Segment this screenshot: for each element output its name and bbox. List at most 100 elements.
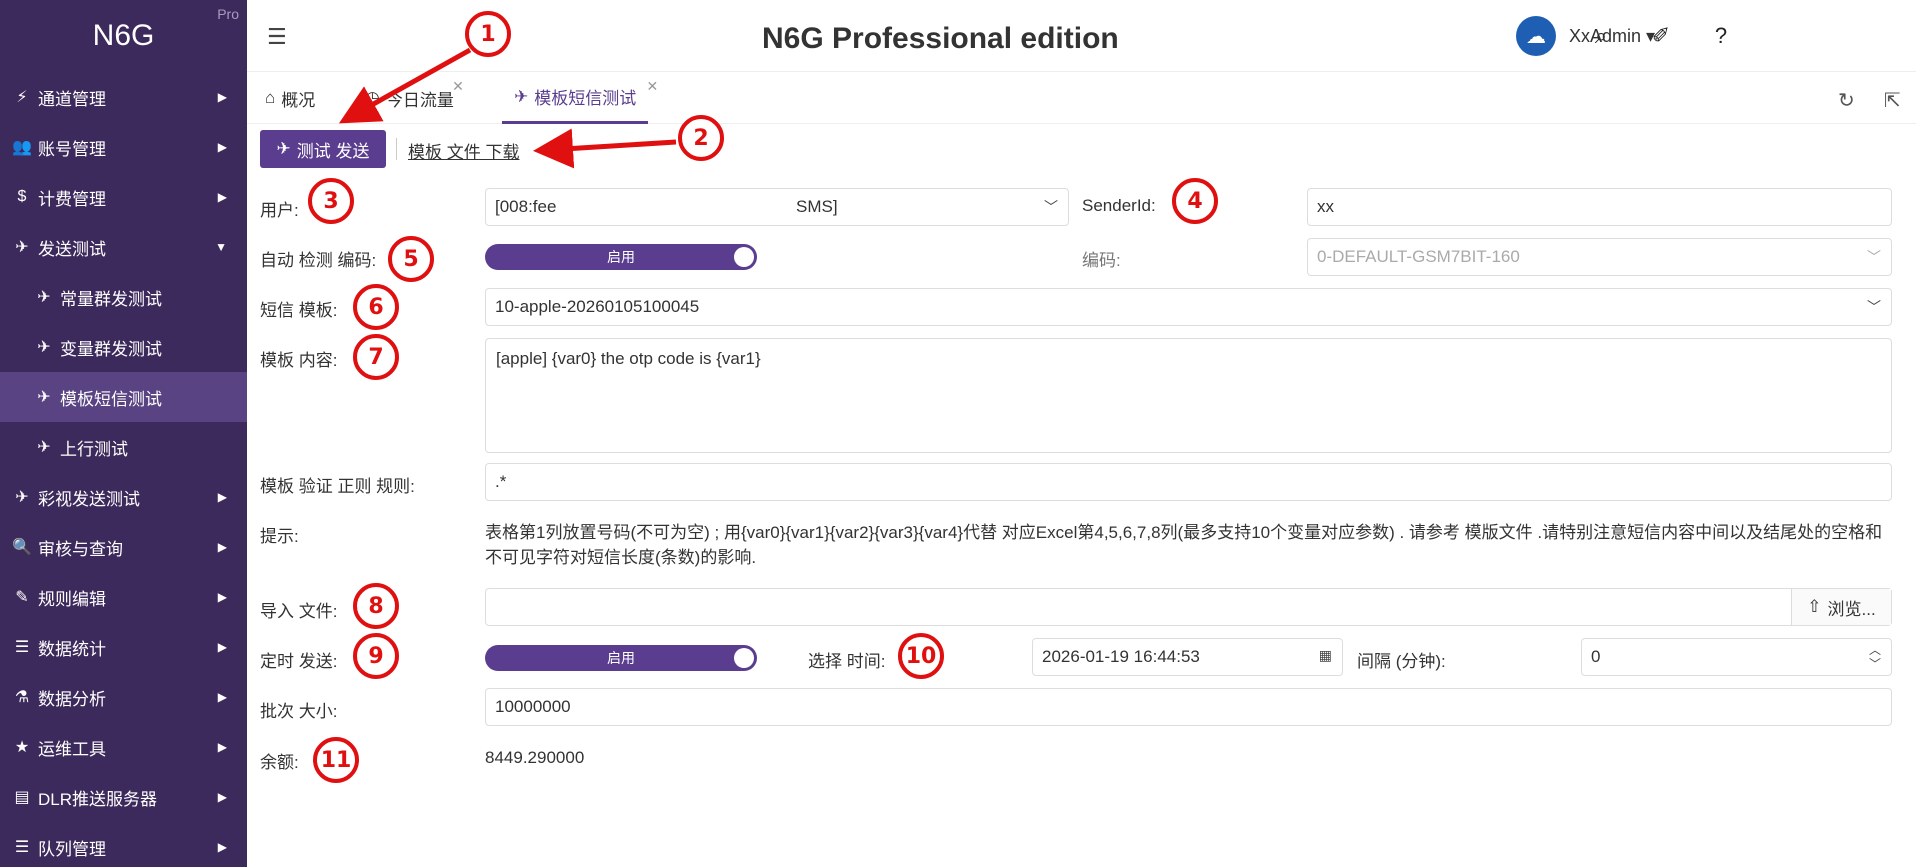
regex-label: 模板 验证 正则 规则: [260,477,415,496]
tab-overview[interactable]: ⌂ 概况 [265,72,315,124]
regex-input[interactable]: .* [485,463,1892,501]
senderid-label: SenderId: [1082,196,1156,215]
sidebar: N6G Pro ⚡ 通道管理 ▶ 👥 账号管理 ▶ $ 计费管理 ▶ ✈ 发送测… [0,0,247,867]
upload-icon: ⇧ [1807,597,1822,616]
time-label: 选择 时间: [808,652,886,671]
batch-size-input[interactable]: 10000000 [485,688,1892,726]
tab-template-test[interactable]: ✈ 模板短信测试 ✕ [502,72,658,124]
balance-value: 8449.290000 [485,748,585,767]
sidebar-item-label: 队列管理 [38,839,106,859]
flask-icon: ⚗ [14,689,30,706]
paper-plane-icon: ✈ [15,239,29,256]
datetime-input[interactable]: 2026-01-19 16:44:53 ▦ [1032,638,1343,676]
annotation-marker-1: 1 [465,11,511,57]
schedule-toggle[interactable]: 启用 [485,645,757,671]
brand-logo[interactable]: N6G Pro [0,0,247,72]
sidebar-item-rules[interactable]: ✎ 规则编辑 ▶ [0,572,247,622]
caret-down-icon: ▼ [215,240,227,254]
brand-badge: Pro [217,6,239,22]
sidebar-item-analysis[interactable]: ⚗ 数据分析 ▶ [0,672,247,722]
sidebar-item-label: 数据分析 [38,689,106,709]
sidebar-item-template-test[interactable]: ✈ 模板短信测试 [0,372,247,422]
time-value: 2026-01-19 16:44:53 [1042,647,1200,666]
template-select[interactable]: 10-apple-20260105100045 ﹀ [485,288,1892,326]
avatar[interactable]: ☁ [1516,16,1556,56]
senderid-value: xx [1317,197,1334,216]
hint-label: 提示: [260,527,299,546]
user-value-left: [008:fee [495,197,557,216]
encoding-select: 0-DEFAULT-GSM7BIT-160 ﹀ [1307,238,1892,276]
sidebar-item-ops[interactable]: ★ 运维工具 ▶ [0,722,247,772]
senderid-input[interactable]: xx [1307,188,1892,226]
template-content-textarea[interactable]: [apple] {var0} the otp code is {var1} [485,338,1892,453]
annotation-marker-5: 5 [388,236,434,282]
template-label: 短信 模板: [260,301,338,320]
sidebar-item-label: 发送测试 [38,239,106,259]
sidebar-item-channel[interactable]: ⚡ 通道管理 ▶ [0,72,247,122]
template-download-link[interactable]: 模板 文件 下载 [408,138,519,163]
template-value: 10-apple-20260105100045 [495,297,700,316]
import-file-input[interactable]: ⇧ 浏览... [485,588,1892,626]
interval-label: 间隔 (分钟): [1357,652,1446,671]
sidebar-item-variable-test[interactable]: ✈ 变量群发测试 [0,322,247,372]
sidebar-item-audit[interactable]: 🔍 审核与查询 ▶ [0,522,247,572]
sidebar-item-label: DLR推送服务器 [38,789,158,809]
calendar-icon[interactable]: ▦ [1319,647,1332,664]
batch-label: 批次 大小: [260,702,338,721]
sidebar-item-label: 规则编辑 [38,589,106,609]
help-icon[interactable]: ? [1707,22,1735,50]
sidebar-item-stats[interactable]: ☰ 数据统计 ▶ [0,622,247,672]
annotation-marker-2: 2 [678,115,724,161]
tab-today-traffic[interactable]: ◷ 今日流量 ✕ [365,72,464,124]
search-icon: 🔍 [12,539,32,556]
external-link-icon[interactable]: ⇱ [1884,88,1901,113]
browse-button[interactable]: ⇧ 浏览... [1791,589,1891,625]
user-select[interactable]: [008:fee SMS] ﹀ [485,188,1069,226]
bolt-icon: ⚡ [16,89,28,106]
home-icon: ⌂ [265,88,276,107]
schedule-label: 定时 发送: [260,652,338,671]
annotation-marker-11: 11 [313,737,359,783]
close-icon[interactable]: ✕ [647,78,659,95]
sidebar-item-queue[interactable]: ☰ 队列管理 ▶ [0,822,247,867]
sidebar-item-label: 账号管理 [38,139,106,159]
caret-right-icon: ▶ [217,190,227,204]
sidebar-item-label: 彩视发送测试 [38,489,140,509]
toggle-label: 启用 [607,249,635,265]
username[interactable]: XxAdmin ▾ [1569,26,1655,47]
sidebar-item-label: 计费管理 [38,189,106,209]
stepper-arrows-icon[interactable]: ︿ ﹀ [1869,643,1881,671]
paper-plane-icon: ✈ [37,439,51,456]
import-label: 导入 文件: [260,602,338,621]
caret-right-icon: ▶ [217,690,227,704]
paper-plane-icon: ✈ [37,289,51,306]
sidebar-item-label: 通道管理 [38,89,106,109]
browse-label: 浏览... [1827,599,1876,619]
close-icon[interactable]: ✕ [452,78,464,95]
sidebar-item-account[interactable]: 👥 账号管理 ▶ [0,122,247,172]
interval-stepper[interactable]: 0 ︿ ﹀ [1581,638,1892,676]
sidebar-item-label: 变量群发测试 [60,339,162,359]
sidebar-item-label: 常量群发测试 [60,289,162,309]
annotation-marker-6: 6 [353,284,399,330]
tab-bar: ⌂ 概况 ◷ 今日流量 ✕ ✈ 模板短信测试 ✕ [247,72,1916,124]
clock-icon: ◷ [365,88,380,107]
tab-label: 模板短信测试 [534,89,637,108]
autodetect-toggle[interactable]: 启用 [485,244,757,270]
sidebar-item-billing[interactable]: $ 计费管理 ▶ [0,172,247,222]
sidebar-item-uplink-test[interactable]: ✈ 上行测试 [0,422,247,472]
annotation-marker-8: 8 [353,583,399,629]
tab-label: 今日流量 [385,90,454,110]
test-send-button[interactable]: ✈ 测试 发送 [260,130,386,168]
annotation-marker-4: 4 [1172,178,1218,224]
refresh-icon[interactable]: ↻ [1838,88,1855,113]
sidebar-item-constant-test[interactable]: ✈ 常量群发测试 [0,272,247,322]
sidebar-item-dlr[interactable]: ▤ DLR推送服务器 ▶ [0,772,247,822]
sidebar-item-mms-test[interactable]: ✈ 彩视发送测试 ▶ [0,472,247,522]
chevron-down-icon: ﹀ [1867,249,1881,265]
annotation-marker-7: 7 [353,334,399,380]
toolbar-divider [396,138,397,160]
menu-toggle-icon[interactable]: ☰ [267,24,287,50]
sidebar-item-send-test[interactable]: ✈ 发送测试 ▼ [0,222,247,272]
users-icon: 👥 [12,139,32,156]
